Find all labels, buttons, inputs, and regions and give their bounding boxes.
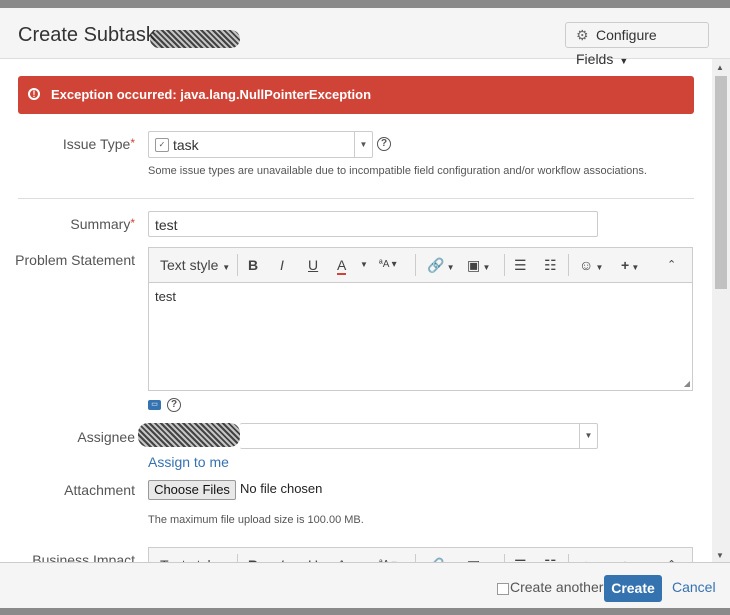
assignee-select[interactable]: ▼ [240,423,598,449]
redacted-scribble [150,30,240,48]
image-icon[interactable]: ▣ ▼ [467,248,490,282]
text-color-button[interactable]: A [337,248,347,282]
scroll-down-icon[interactable]: ▼ [716,551,724,560]
scrollbar-thumb[interactable] [715,76,727,289]
bold-button[interactable]: B [248,548,258,562]
problem-statement-label: Problem Statement [15,252,135,268]
redacted-scribble [138,423,240,447]
create-another-checkbox[interactable] [497,583,509,595]
problem-statement-editor[interactable]: test ◢ [148,283,693,391]
choose-files-button[interactable]: Choose Files [148,480,236,500]
error-icon: ! [28,88,40,100]
error-message: Exception occurred: java.lang.NullPointe… [51,87,372,102]
toolbar-separator [415,254,416,276]
underline-button[interactable]: U [308,548,318,562]
bold-button[interactable]: B [248,248,258,282]
underline-button[interactable]: U [308,248,318,282]
dialog-body: ! Exception occurred: java.lang.NullPoin… [0,59,712,562]
format-button[interactable]: ªA ▾ [379,248,397,282]
dialog-header: Create Subtask ⚙ Configure Fields ▼ [0,8,730,67]
italic-button[interactable]: I [280,548,284,562]
chevron-down-icon: ▼ [579,424,597,448]
toolbar-separator [568,254,569,276]
link-icon[interactable]: 🔗 ▼ [427,248,455,282]
text-color-button[interactable]: A [337,548,346,562]
collapse-icon[interactable]: ⌃ [667,548,676,562]
summary-label: Summary* [70,216,135,232]
toolbar-separator [568,554,569,562]
scrollbar[interactable]: ▲ ▼ [712,59,730,562]
resize-grip-icon[interactable]: ◢ [684,379,690,388]
text-style-dropdown[interactable]: Text style ▼ [160,548,230,562]
assignee-label: Assignee [77,429,135,445]
text-style-dropdown[interactable]: Text style ▼ [160,248,230,282]
toolbar-separator [415,554,416,562]
issue-type-note: Some issue types are unavailable due to … [148,165,647,177]
collapse-icon[interactable]: ⌃ [667,248,676,282]
format-button[interactable]: ªA ▾ [379,548,397,562]
dialog-footer: Create another Create Cancel [0,562,730,608]
bullet-list-icon[interactable]: ☰ [514,548,527,562]
task-icon: ✓ [155,138,169,152]
plus-icon[interactable]: + ▼ [621,548,639,562]
create-button[interactable]: Create [604,575,662,602]
numbered-list-icon[interactable]: ☷ [544,248,557,282]
link-icon[interactable]: 🔗 ▼ [427,548,455,562]
summary-input[interactable]: test [148,211,598,237]
issue-type-value: task [173,137,199,153]
help-icon[interactable]: ? [167,398,181,412]
emoticon-icon[interactable]: ☺ ▼ [579,548,603,562]
chevron-down-icon[interactable]: ▼ [360,248,368,282]
toolbar-separator [237,554,238,562]
help-icon[interactable]: ? [377,137,391,151]
required-icon: * [130,216,135,230]
divider [18,198,694,199]
editor-toolbar: Text style ▼ B I U A ▼ ªA ▾ 🔗 ▼ ▣ ▼ ☰ ☷ … [148,247,693,283]
issue-type-select[interactable]: ✓ task ▼ [148,131,373,158]
wiki-markup-icon[interactable]: ▭ [148,400,161,410]
issue-type-label: Issue Type* [62,136,135,152]
gear-icon: ⚙ [576,27,589,43]
toolbar-separator [504,554,505,562]
required-icon: * [130,136,135,150]
scroll-up-icon[interactable]: ▲ [716,63,724,72]
file-status: No file chosen [240,481,323,496]
image-icon[interactable]: ▣ ▼ [467,548,490,562]
problem-statement-content: test [155,289,176,304]
emoticon-icon[interactable]: ☺ ▼ [579,248,603,282]
business-impact-label: Business Impact [32,552,135,562]
create-another-label[interactable]: Create another [510,579,603,595]
numbered-list-icon[interactable]: ☷ [544,548,557,562]
configure-fields-button[interactable]: ⚙ Configure Fields ▼ [565,22,709,67]
editor-toolbar: Text style ▼ B I U A ▼ ªA ▾ 🔗 ▼ ▣ ▼ ☰ ☷ … [148,547,693,562]
chevron-down-icon[interactable]: ▼ [360,548,368,562]
attachment-note: The maximum file upload size is 100.00 M… [148,514,364,526]
create-subtask-dialog: Create Subtask ⚙ Configure Fields ▼ ! Exce… [0,8,730,608]
dialog-title: Create Subtask [18,24,156,46]
attachment-label: Attachment [64,482,135,498]
assign-to-me-link[interactable]: Assign to me [148,454,229,470]
toolbar-separator [504,254,505,276]
italic-button[interactable]: I [280,248,284,282]
bullet-list-icon[interactable]: ☰ [514,248,527,282]
summary-value: test [155,217,178,233]
cancel-link[interactable]: Cancel [672,579,716,595]
error-banner: ! Exception occurred: java.lang.NullPoin… [18,76,694,114]
plus-icon[interactable]: + ▼ [621,248,639,282]
chevron-down-icon: ▼ [354,132,372,157]
toolbar-separator [237,254,238,276]
